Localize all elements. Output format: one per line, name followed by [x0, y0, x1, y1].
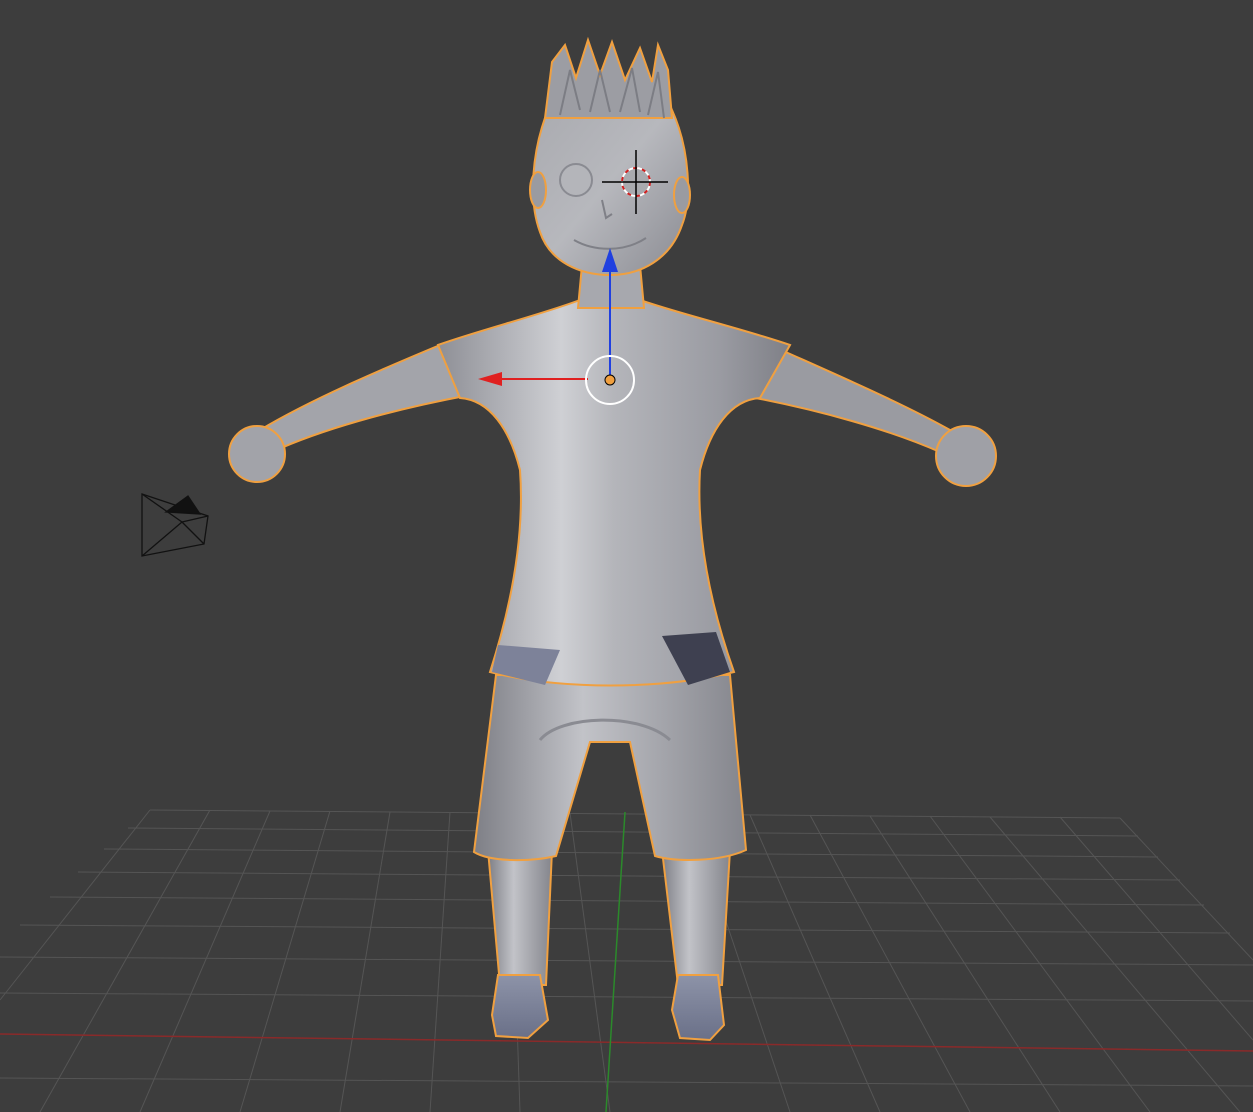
shorts — [472, 674, 748, 862]
floor-grid — [0, 809, 1253, 1112]
left-ear — [529, 171, 547, 209]
shirt — [436, 299, 792, 687]
object-origin-dot — [604, 374, 616, 386]
left-hand — [228, 425, 286, 483]
left-eye — [559, 163, 593, 197]
right-ear — [673, 176, 691, 214]
camera-icon[interactable] — [141, 493, 209, 557]
left-shoe — [490, 974, 550, 1040]
right-hand — [935, 425, 997, 487]
right-leg — [660, 849, 732, 986]
y-axis-line — [605, 811, 626, 1112]
character-mesh[interactable] — [228, 36, 997, 1042]
x-axis-line — [0, 1033, 1253, 1052]
left-leg — [486, 849, 554, 986]
left-arm — [254, 343, 472, 454]
right-shoe — [670, 974, 726, 1042]
3d-viewport[interactable] — [0, 0, 1253, 1112]
